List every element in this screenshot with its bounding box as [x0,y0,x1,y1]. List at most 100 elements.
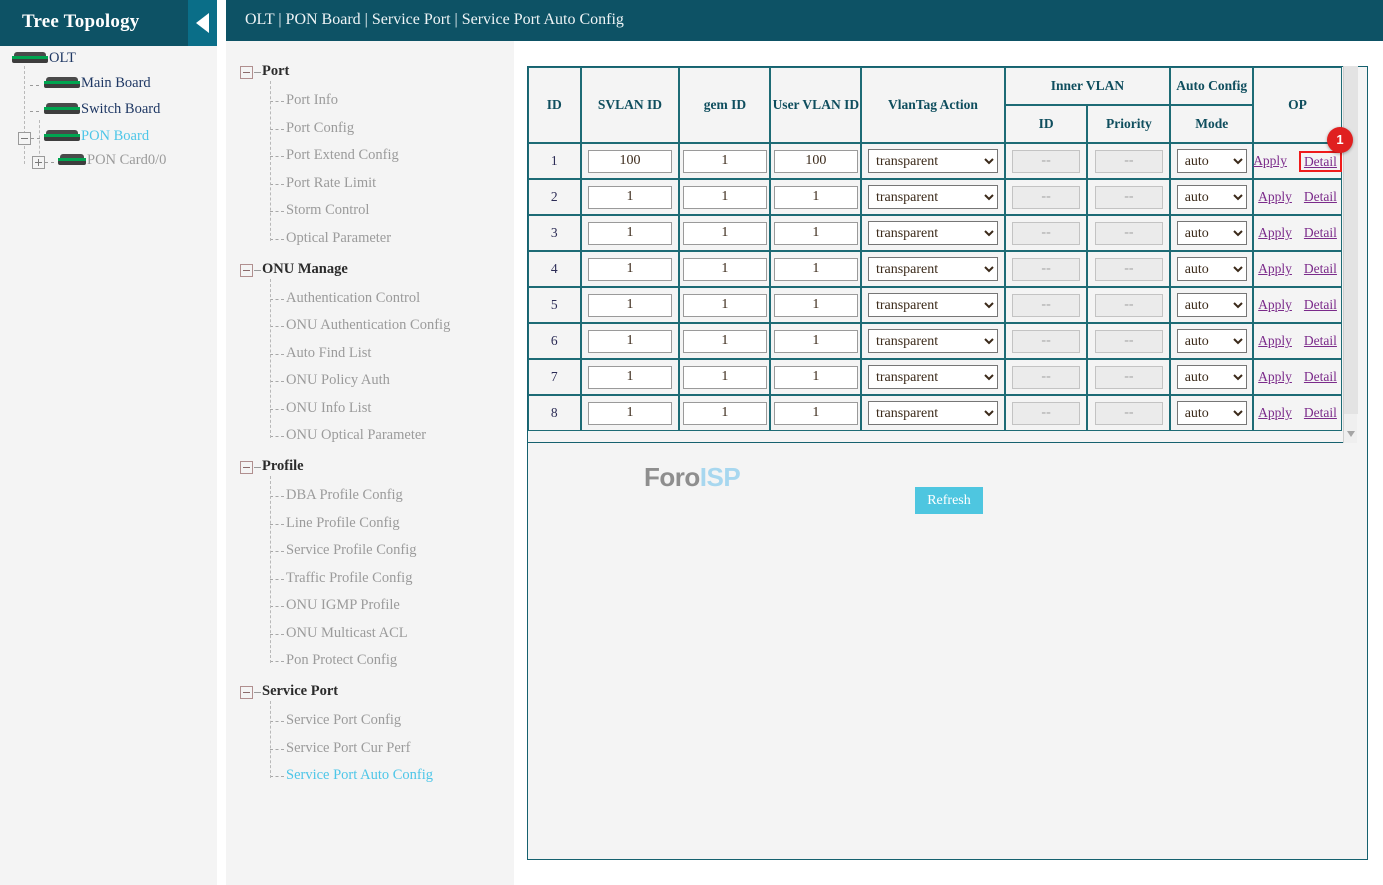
svlan-id-input[interactable] [588,258,672,281]
user-vlan-id-input[interactable] [774,186,858,209]
tree-connector [270,184,284,185]
device-shelf-icon [12,52,48,64]
vlantag-action-select[interactable]: transparenttagtranslate [868,221,998,245]
apply-link[interactable]: Apply [1258,297,1292,313]
sidebar-collapse-button[interactable] [188,0,217,46]
gem-id-input[interactable] [683,222,767,245]
svlan-id-input[interactable] [588,294,672,317]
apply-link[interactable]: Apply [1258,405,1292,421]
cell-inner-vlan-priority [1087,359,1170,395]
table-body: 1transparenttagtranslateautomanualApplyD… [528,143,1342,431]
vlantag-action-select[interactable]: transparenttagtranslate [868,257,998,281]
watermark: ForoISP [644,462,740,493]
menu-group-label: Port [262,63,289,80]
cell-id: 2 [528,179,581,215]
detail-link[interactable]: Detail [1304,333,1337,349]
tree-connector [30,85,39,86]
menu-group-expander[interactable] [240,66,253,79]
auto-config-mode-select[interactable]: automanual [1177,365,1247,389]
svlan-id-input[interactable] [588,150,672,173]
user-vlan-id-input[interactable] [774,258,858,281]
detail-link[interactable]: Detail [1304,189,1337,205]
tree-node-olt[interactable]: OLT [12,49,76,71]
auto-config-mode-select[interactable]: automanual [1177,329,1247,353]
chevron-down-icon[interactable] [1347,431,1355,437]
auto-config-mode-select[interactable]: automanual [1177,293,1247,317]
menu-item-label: ONU Authentication Config [286,317,450,334]
menu-group-expander[interactable] [240,461,253,474]
menu-group-expander[interactable] [240,264,253,277]
vlantag-action-select[interactable]: transparenttagtranslate [868,329,998,353]
auto-config-mode-select[interactable]: automanual [1177,185,1247,209]
apply-link[interactable]: Apply [1253,153,1287,169]
vlantag-action-select[interactable]: transparenttagtranslate [868,185,998,209]
user-vlan-id-input[interactable] [774,150,858,173]
detail-link[interactable]: Detail [1304,261,1337,277]
vlantag-action-select[interactable]: transparenttagtranslate [868,293,998,317]
cell-auto-config-mode: automanual [1170,395,1253,431]
cell-auto-config-mode: automanual [1170,179,1253,215]
inner-vlan-id-input [1012,150,1080,173]
tree-node-label: PON Board [81,128,149,144]
table-row: 2 transparenttagtranslate automanual Apply D… [528,179,1342,215]
cell-vlantag-action: transparenttagtranslate [861,179,1004,215]
apply-link[interactable]: Apply [1258,261,1292,277]
apply-link[interactable]: Apply [1258,189,1292,205]
svlan-id-input[interactable] [588,222,672,245]
vlantag-action-select[interactable]: transparenttagtranslate [868,365,998,389]
tree-connector [30,111,39,112]
apply-link[interactable]: Apply [1258,333,1292,349]
user-vlan-id-input[interactable] [774,330,858,353]
user-vlan-id-input[interactable] [774,402,858,425]
cell-inner-vlan-id [1005,179,1088,215]
tree-node-pon-card[interactable]: PON Card0/0 [58,151,166,173]
gem-id-input[interactable] [683,402,767,425]
scrollbar-thumb[interactable] [1344,66,1358,414]
detail-link[interactable]: Detail [1304,154,1337,169]
vlantag-action-select[interactable]: transparenttagtranslate [868,401,998,425]
svlan-id-input[interactable] [588,330,672,353]
gem-id-input[interactable] [683,258,767,281]
apply-link[interactable]: Apply [1258,369,1292,385]
gem-id-input[interactable] [683,366,767,389]
svlan-id-input[interactable] [588,366,672,389]
table-vertical-scrollbar[interactable] [1343,66,1357,443]
svlan-id-input[interactable] [588,186,672,209]
menu-item-label: ONU Optical Parameter [286,427,426,444]
tree-node-main-board[interactable]: Main Board [44,74,151,96]
apply-link[interactable]: Apply [1258,225,1292,241]
tree-node-pon-board[interactable]: PON Board [44,127,149,149]
menu-item-label: ONU Multicast ACL [286,625,408,642]
menu-group-expander[interactable] [240,686,253,699]
detail-link[interactable]: Detail [1304,405,1337,421]
detail-link[interactable]: Detail [1304,297,1337,313]
auto-config-mode-select[interactable]: automanual [1177,401,1247,425]
auto-config-mode-select[interactable]: automanual [1177,149,1247,173]
cell-auto-config-mode: automanual [1170,143,1253,179]
menu-group-label: Service Port [262,683,338,700]
detail-link[interactable]: Detail [1304,225,1337,241]
svlan-id-input[interactable] [588,402,672,425]
tree-node-switch-board[interactable]: Switch Board [44,100,160,122]
user-vlan-id-input[interactable] [774,366,858,389]
tree-expander-pon-board[interactable] [18,132,31,145]
cell-inner-vlan-priority [1087,395,1170,431]
auto-config-mode-select[interactable]: automanual [1177,221,1247,245]
gem-id-input[interactable] [683,330,767,353]
cell-id: 6 [528,323,581,359]
tree-connector [270,776,284,777]
user-vlan-id-input[interactable] [774,294,858,317]
inner-vlan-id-input [1012,222,1080,245]
auto-config-mode-select[interactable]: automanual [1177,257,1247,281]
content-area: ID SVLAN ID gem ID User VLAN ID VlanTag … [514,41,1383,885]
tree-connector [270,579,284,580]
gem-id-input[interactable] [683,294,767,317]
refresh-button[interactable]: Refresh [915,487,983,514]
tree-expander-pon-card[interactable] [32,156,45,169]
gem-id-input[interactable] [683,186,767,209]
detail-link[interactable]: Detail [1304,369,1337,385]
gem-id-input[interactable] [683,150,767,173]
inner-vlan-priority-input [1095,330,1163,353]
vlantag-action-select[interactable]: transparenttagtranslate [868,149,998,173]
user-vlan-id-input[interactable] [774,222,858,245]
